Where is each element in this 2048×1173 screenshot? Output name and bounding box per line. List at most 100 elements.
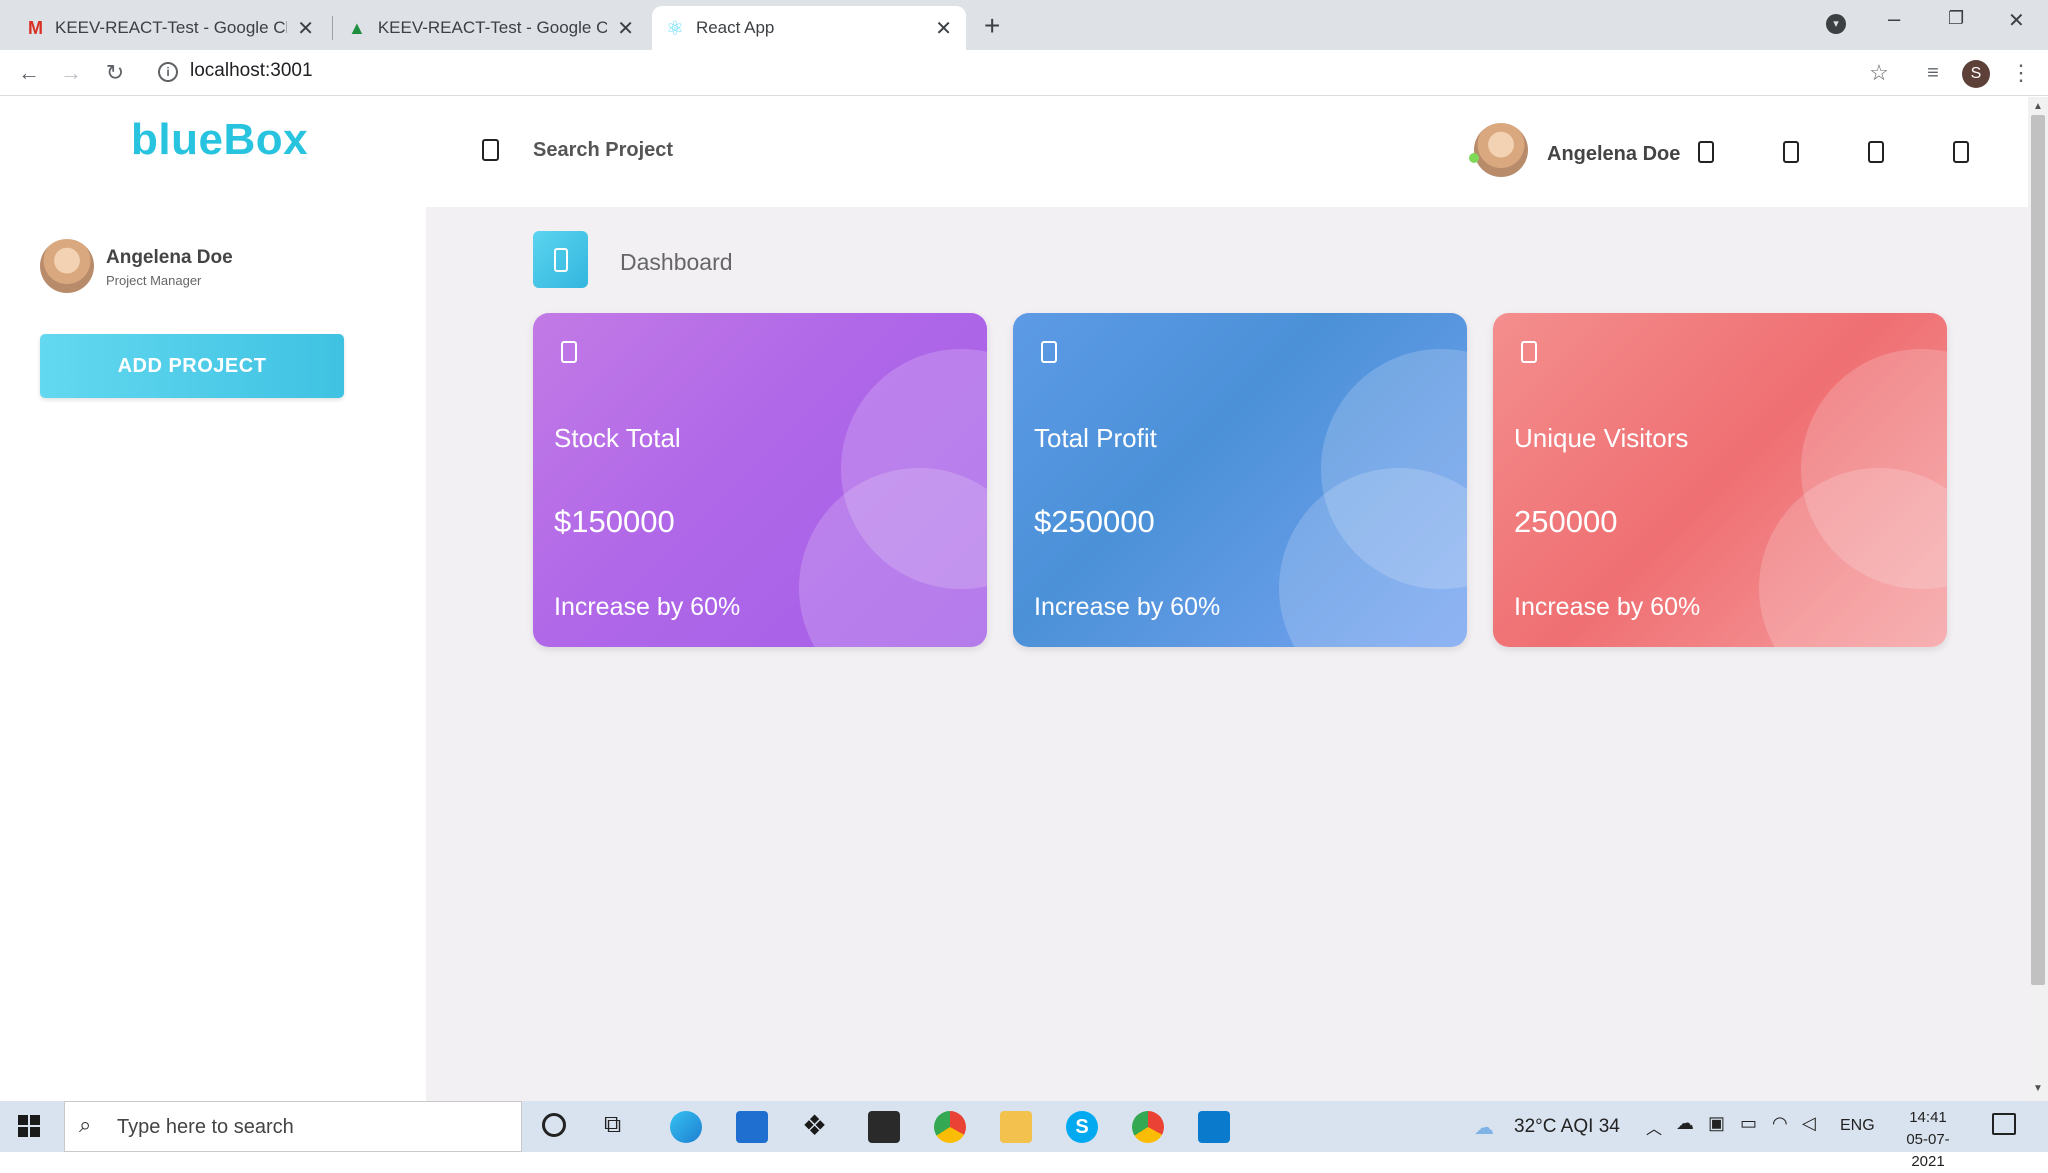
game-app-icon[interactable] [868,1111,900,1143]
sidebar-user-role: Project Manager [106,273,202,288]
reload-icon[interactable]: ↻ [100,58,130,88]
taskbar-search-box[interactable]: ⌕ Type here to search [64,1101,522,1152]
chrome-icon[interactable] [934,1111,966,1143]
dashboard-icon [533,231,588,288]
main-content: Dashboard Stock Total $150000 Increase b… [426,207,2028,1101]
onedrive-icon[interactable]: ☁ [1676,1113,1694,1134]
header-user-name[interactable]: Angelena Doe [1547,143,1680,166]
decor-circle [799,468,987,647]
card-value: $250000 [1034,504,1155,539]
weather-icon[interactable]: ☁ [1474,1115,1494,1140]
taskbar-search-placeholder: Type here to search [117,1116,294,1138]
stat-card-unique-visitors[interactable]: Unique Visitors 250000 Increase by 60% [1493,313,1947,647]
sidebar-user-name: Angelena Doe [106,247,233,268]
card-title: Unique Visitors [1514,423,1689,453]
card-subtitle: Increase by 60% [1034,593,1221,621]
tab-title: KEEV-REACT-Test - Google Chrome [377,18,608,37]
drive-icon: ▲ [348,17,366,38]
tab-separator [332,16,333,40]
url-text[interactable]: localhost:3001 [190,60,313,82]
dropbox-icon[interactable]: ❖ [802,1109,827,1142]
cortana-icon[interactable] [542,1113,566,1137]
card-subtitle: Increase by 60% [554,593,741,621]
browser-tab-1[interactable]: M KEEV-REACT-Test - Google Chrome ✕ [14,6,328,50]
header-icon-3[interactable] [1868,141,1884,163]
scroll-down-icon[interactable]: ▼ [2033,1083,2043,1094]
tab-title: React App [695,18,775,37]
search-icon[interactable] [482,139,499,161]
chrome-menu-icon[interactable]: ⋮ [2006,58,2036,88]
forward-icon[interactable]: → [56,58,86,88]
browser-tab-2[interactable]: ▲ KEEV-REACT-Test - Google Chrome ✕ [334,6,648,50]
windows-start-icon[interactable] [18,1115,40,1137]
scrollbar-thumb[interactable] [2031,115,2045,985]
card-icon [561,341,577,363]
bookmark-star-icon[interactable]: ☆ [1864,58,1894,88]
profile-avatar[interactable]: S [1962,60,1990,88]
weather-readout[interactable]: 32°C AQI 34 [1514,1116,1620,1138]
header-icon-2[interactable] [1783,141,1799,163]
card-subtitle: Increase by 60% [1514,593,1701,621]
decor-circle [1279,468,1467,647]
browser-toolbar: ← → ↻ i localhost:3001 ☆ ≡ S ⋮ [0,50,2048,96]
close-tab-icon[interactable]: ✕ [935,16,952,41]
new-tab-icon[interactable]: + [984,10,1000,42]
notifications-icon[interactable] [1992,1113,2016,1135]
react-icon: ⚛ [666,17,684,40]
edge-icon[interactable] [670,1111,702,1143]
page-scrollbar[interactable]: ▲ ▼ [2028,97,2048,1101]
clock-date: 05-07-2021 [1906,1131,1950,1170]
battery-icon[interactable]: ▭ [1740,1113,1757,1134]
card-icon [1041,341,1057,363]
search-project-input[interactable]: Search Project [533,139,673,162]
search-icon: ⌕ [79,1112,92,1137]
wifi-icon[interactable]: ◠ [1772,1113,1788,1134]
card-title: Total Profit [1034,423,1157,453]
browser-tab-3-active[interactable]: ⚛ React App ✕ [652,6,966,50]
info-icon[interactable]: i [158,62,178,82]
card-value: $150000 [554,504,675,539]
close-tab-icon[interactable]: ✕ [617,16,634,41]
tab-search-icon[interactable]: ▾ [1826,14,1846,34]
app-logo[interactable]: blueBox [131,115,308,165]
gmail-icon: M [28,17,43,38]
reading-list-icon[interactable]: ≡ [1918,58,1948,88]
card-title: Stock Total [554,423,681,453]
minimize-icon[interactable]: – [1888,6,1900,32]
card-value: 250000 [1514,504,1618,539]
chrome-profile-icon[interactable] [1132,1111,1164,1143]
card-icon [1521,341,1537,363]
browser-tab-strip: M KEEV-REACT-Test - Google Chrome ✕ ▲ KE… [0,0,2048,50]
tab-title: KEEV-REACT-Test - Google Chrome [55,18,287,37]
language-indicator[interactable]: ENG [1840,1117,1875,1135]
tray-chevron-icon[interactable]: ︿ [1646,1115,1662,1139]
add-project-button[interactable]: ADD PROJECT [40,334,344,398]
sidebar-avatar [40,239,94,293]
scroll-up-icon[interactable]: ▲ [2033,101,2043,112]
sidebar: Angelena Doe Project Manager ADD PROJECT [0,207,426,1101]
volume-icon[interactable]: ◁ [1802,1113,1816,1134]
restore-icon[interactable]: ❐ [1948,8,1964,29]
stat-card-stock-total[interactable]: Stock Total $150000 Increase by 60% [533,313,987,647]
task-view-icon[interactable]: ⧉ [604,1111,621,1139]
back-icon[interactable]: ← [14,58,44,88]
file-explorer-icon[interactable] [1000,1111,1032,1143]
decor-circle [1759,468,1947,647]
stat-card-total-profit[interactable]: Total Profit $250000 Increase by 60% [1013,313,1467,647]
clock[interactable]: 14:41 05-07-2021 [1890,1107,1966,1173]
avatar[interactable] [1474,123,1528,177]
online-status-dot [1469,153,1479,163]
vscode-icon[interactable] [1198,1111,1230,1143]
skype-icon[interactable]: S [1066,1111,1098,1143]
app-root: blueBox Search Project Angelena Doe Ange… [0,97,2028,1101]
device-icon[interactable]: ▣ [1708,1113,1725,1134]
close-tab-icon[interactable]: ✕ [297,16,314,41]
windows-taskbar: ⌕ Type here to search ⧉ ❖ S ☁ 32°C AQI 3… [0,1101,2048,1170]
close-window-icon[interactable]: ✕ [2008,8,2025,33]
address-bar[interactable]: i [150,56,1890,90]
clock-time: 14:41 [1909,1109,1947,1126]
mail-icon[interactable] [736,1111,768,1143]
page-title: Dashboard [620,249,733,275]
header-icon-1[interactable] [1698,141,1714,163]
header-icon-4[interactable] [1953,141,1969,163]
